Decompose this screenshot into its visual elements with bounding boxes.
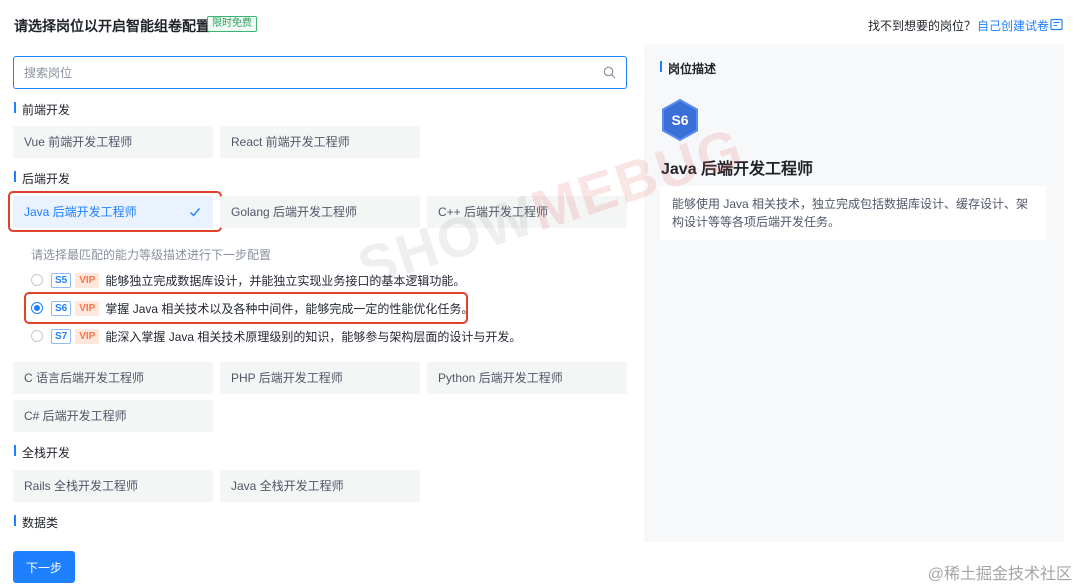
search-icon[interactable] bbox=[603, 66, 616, 79]
level-hexagon-icon: S6 bbox=[662, 98, 698, 142]
level-text: 能够独立完成数据库设计，并能独立实现业务接口的基本逻辑功能。 bbox=[105, 273, 466, 288]
free-badge: 限时免费 bbox=[207, 16, 257, 32]
level-text: 能深入掌握 Java 相关技术原理级别的知识，能够参与架构层面的设计与开发。 bbox=[105, 329, 522, 344]
section-title-data: 数据类 bbox=[14, 514, 58, 531]
job-item-c[interactable]: C 语言后端开发工程师 bbox=[13, 362, 213, 394]
job-item-python[interactable]: Python 后端开发工程师 bbox=[427, 362, 627, 394]
section-title-fullstack: 全栈开发 bbox=[14, 444, 70, 461]
next-step-button[interactable]: 下一步 bbox=[13, 551, 75, 583]
level-option-s5[interactable]: S5 VIP 能够独立完成数据库设计，并能独立实现业务接口的基本逻辑功能。 bbox=[31, 272, 465, 288]
job-item-java-backend[interactable]: Java 后端开发工程师 bbox=[13, 196, 213, 228]
vip-badge: VIP bbox=[75, 328, 100, 344]
vip-badge: VIP bbox=[75, 272, 100, 288]
radio-s7[interactable] bbox=[31, 330, 43, 342]
radio-s5[interactable] bbox=[31, 274, 43, 286]
job-item-java-fullstack[interactable]: Java 全栈开发工程师 bbox=[220, 470, 420, 502]
level-text: 掌握 Java 相关技术以及各种中间件，能够完成一定的性能优化任务。 bbox=[105, 301, 474, 316]
create-exam-link[interactable]: 自己创建试卷 bbox=[977, 17, 1049, 34]
job-item-vue[interactable]: Vue 前端开发工程师 bbox=[13, 126, 213, 158]
level-badge: S5 bbox=[51, 272, 72, 288]
description-title: 岗位描述 bbox=[660, 60, 716, 77]
level-option-s6[interactable]: S6 VIP 掌握 Java 相关技术以及各种中间件，能够完成一定的性能优化任务… bbox=[31, 300, 473, 316]
job-item-react[interactable]: React 前端开发工程师 bbox=[220, 126, 420, 158]
job-item-csharp[interactable]: C# 后端开发工程师 bbox=[13, 400, 213, 432]
corner-watermark: @稀土掘金技术社区 bbox=[927, 566, 1072, 583]
job-description-panel: 岗位描述 S6 Java 后端开发工程师 能够使用 Java 相关技术，独立完成… bbox=[644, 44, 1064, 542]
search-box[interactable] bbox=[13, 56, 627, 89]
page-title: 请选择岗位以开启智能组卷配置 bbox=[14, 18, 210, 34]
job-name: Java 后端开发工程师 bbox=[661, 161, 814, 178]
check-icon bbox=[190, 208, 201, 217]
job-item-label: Java 后端开发工程师 bbox=[24, 205, 137, 219]
level-badge: S7 bbox=[51, 328, 72, 344]
section-title-backend: 后端开发 bbox=[14, 170, 70, 187]
level-hint: 请选择最匹配的能力等级描述进行下一步配置 bbox=[31, 248, 272, 262]
search-input[interactable] bbox=[14, 57, 574, 88]
level-option-s7[interactable]: S7 VIP 能深入掌握 Java 相关技术原理级别的知识，能够参与架构层面的设… bbox=[31, 328, 521, 344]
header: 请选择岗位以开启智能组卷配置 限时免费 找不到想要的岗位？ 自己创建试卷 bbox=[0, 0, 1080, 48]
job-item-golang[interactable]: Golang 后端开发工程师 bbox=[220, 196, 420, 228]
level-hexagon-label: S6 bbox=[671, 112, 688, 128]
not-found-text: 找不到想要的岗位？ bbox=[868, 19, 977, 33]
level-badge: S6 bbox=[51, 300, 72, 316]
edit-icon[interactable] bbox=[1050, 18, 1063, 31]
job-item-rails[interactable]: Rails 全栈开发工程师 bbox=[13, 470, 213, 502]
section-title-frontend: 前端开发 bbox=[14, 101, 70, 118]
description-text: 能够使用 Java 相关技术，独立完成包括数据库设计、缓存设计、架构设计等等各项… bbox=[660, 186, 1046, 240]
vip-badge: VIP bbox=[75, 300, 100, 316]
radio-s6[interactable] bbox=[31, 302, 43, 314]
job-item-cpp[interactable]: C++ 后端开发工程师 bbox=[427, 196, 627, 228]
job-item-php[interactable]: PHP 后端开发工程师 bbox=[220, 362, 420, 394]
